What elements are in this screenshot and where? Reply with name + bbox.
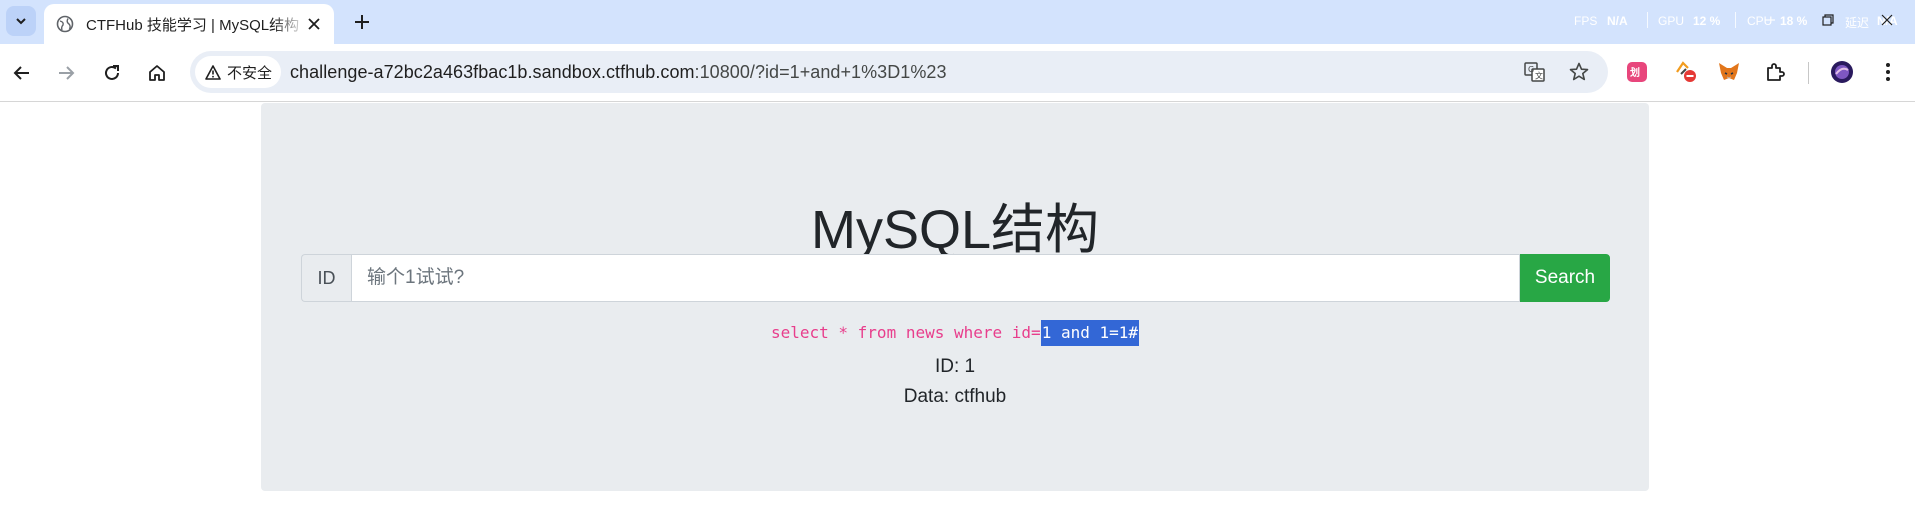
search-button[interactable]: Search — [1520, 254, 1610, 302]
delay-label: 延迟 — [1845, 16, 1870, 30]
cpu-value: 18 % — [1780, 14, 1808, 28]
extension-blocker-icon — [1676, 61, 1696, 82]
arrow-right-icon — [59, 66, 75, 80]
fps-label: FPS — [1574, 14, 1598, 28]
chevron-down-icon — [16, 18, 26, 25]
reload-button[interactable] — [96, 57, 128, 89]
extension-pink-button[interactable]: 划 — [1623, 58, 1651, 86]
sql-query-selected: 1 and 1=1# — [1040, 320, 1140, 346]
gpu-value: 12 % — [1693, 14, 1721, 28]
tab-close-button[interactable] — [304, 14, 324, 34]
address-bar[interactable]: 不安全 challenge-a72bc2a463fbac1b.sandbox.c… — [190, 51, 1608, 93]
url-path: :10800/?id=1+and+1%3D1%23 — [694, 62, 947, 82]
toolbar-divider — [1808, 62, 1809, 84]
url-text[interactable]: challenge-a72bc2a463fbac1b.sandbox.ctfhu… — [290, 62, 947, 83]
security-chip[interactable]: 不安全 — [195, 56, 281, 88]
more-vert-icon — [1886, 63, 1890, 81]
fox-icon — [1719, 63, 1739, 80]
security-label: 不安全 — [227, 64, 273, 82]
result-id: ID: 1 — [934, 356, 976, 377]
perf-divider — [1647, 12, 1648, 28]
translate-button[interactable]: G文 — [1522, 60, 1548, 84]
tab-strip: CTFHub 技能学习 | MySQL结构 FPS N/A GPU 12 % C… — [0, 0, 1915, 44]
profile-avatar[interactable] — [1828, 58, 1856, 86]
warning-icon — [205, 64, 221, 80]
home-button[interactable] — [141, 57, 173, 89]
restore-icon — [1822, 14, 1834, 26]
plus-icon — [355, 15, 369, 29]
new-tab-button[interactable] — [348, 8, 376, 36]
close-icon — [1881, 14, 1893, 26]
extension-pink-icon: 划 — [1627, 62, 1647, 82]
result-data: Data: ctfhub — [903, 386, 1007, 407]
back-button[interactable] — [6, 57, 38, 89]
tab-title: CTFHub 技能学习 | MySQL结构 — [86, 16, 300, 34]
home-icon — [149, 65, 165, 81]
perf-divider — [1735, 12, 1736, 28]
svg-text:文: 文 — [1535, 71, 1543, 81]
active-tab[interactable]: CTFHub 技能学习 | MySQL结构 — [44, 4, 334, 44]
sql-query: select * from news where id=1 and 1=1# — [261, 320, 1649, 346]
forward-button[interactable] — [50, 57, 82, 89]
jumbotron: MySQL结构 ID Search select * from news whe… — [261, 103, 1649, 491]
close-window-button[interactable] — [1875, 8, 1899, 32]
puzzle-icon — [1767, 63, 1785, 81]
extension-blocker-button[interactable] — [1672, 58, 1700, 86]
globe-icon — [56, 15, 74, 33]
minimize-button[interactable] — [1758, 8, 1782, 32]
avatar-icon — [1831, 61, 1853, 83]
fps-value: N/A — [1607, 14, 1628, 28]
metamask-button[interactable] — [1715, 58, 1743, 86]
close-icon — [308, 18, 320, 30]
search-form: ID Search — [301, 254, 1610, 302]
bookmark-button[interactable] — [1566, 60, 1592, 84]
svg-text:划: 划 — [1630, 66, 1640, 79]
translate-icon: G文 — [1524, 62, 1545, 82]
browser-toolbar: 不安全 challenge-a72bc2a463fbac1b.sandbox.c… — [0, 44, 1915, 102]
url-host: challenge-a72bc2a463fbac1b.sandbox.ctfhu… — [290, 62, 695, 82]
tab-search-button[interactable] — [6, 6, 36, 36]
svg-text:G: G — [1528, 65, 1534, 74]
restore-button[interactable] — [1816, 8, 1840, 32]
reload-icon — [105, 65, 119, 80]
sql-query-prefix: select * from news where id= — [770, 323, 1041, 342]
gpu-label: GPU — [1658, 14, 1685, 28]
minimize-icon — [1765, 19, 1775, 21]
arrow-left-icon — [13, 66, 29, 80]
id-prefix-label: ID — [301, 254, 351, 302]
extensions-menu-button[interactable] — [1761, 58, 1789, 86]
page-title: MySQL结构 — [810, 200, 1100, 260]
browser-menu-button[interactable] — [1874, 58, 1902, 86]
star-icon — [1569, 62, 1589, 81]
id-input[interactable] — [351, 254, 1520, 302]
